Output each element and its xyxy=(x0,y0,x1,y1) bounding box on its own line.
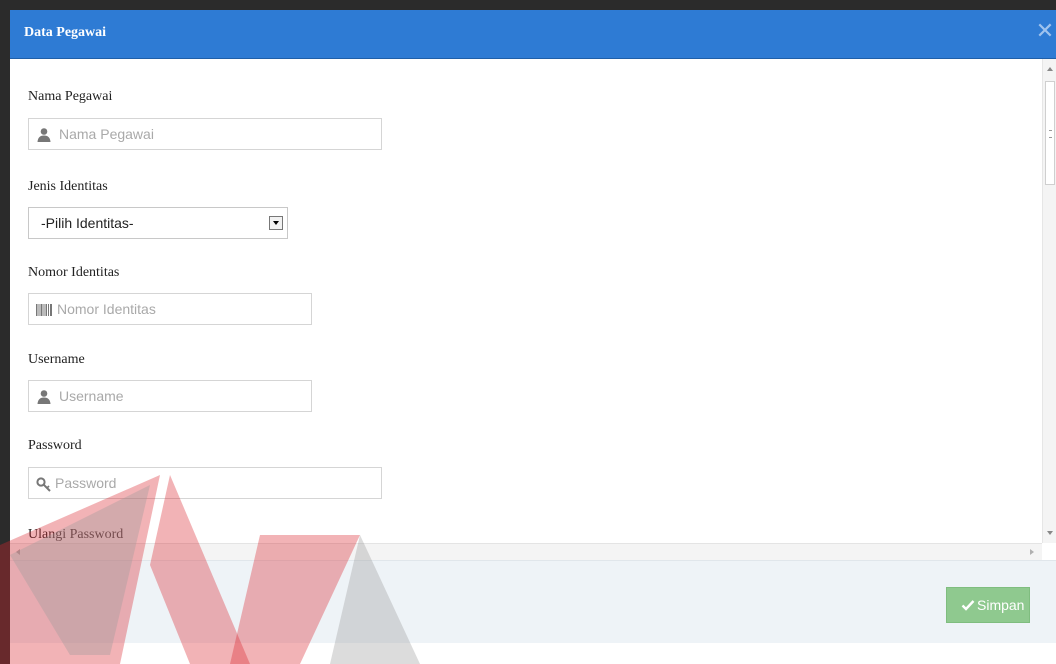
scroll-down-icon[interactable] xyxy=(1047,531,1053,535)
scroll-right-icon[interactable] xyxy=(1030,549,1034,555)
modal-dialog: Data Pegawai ✕ Nama Pegawai Nama Pegawai… xyxy=(10,10,1056,643)
password-placeholder: Password xyxy=(55,475,117,491)
save-button-label: Simpan xyxy=(977,597,1025,613)
vertical-scrollbar[interactable] xyxy=(1042,59,1056,543)
jenis-identitas-label: Jenis Identitas xyxy=(28,179,108,194)
password-input[interactable]: Password xyxy=(28,467,382,499)
password-label: Password xyxy=(28,438,82,453)
scroll-up-icon[interactable] xyxy=(1047,67,1053,71)
scroll-left-icon[interactable] xyxy=(16,549,20,555)
ulangi-password-label: Ulangi Password xyxy=(28,527,124,542)
backdrop-edge xyxy=(0,0,10,664)
user-icon xyxy=(37,128,51,142)
key-icon xyxy=(36,477,51,492)
backdrop-edge-top xyxy=(0,0,1056,10)
scrollbar-thumb[interactable] xyxy=(1045,81,1055,185)
username-placeholder: Username xyxy=(59,388,124,404)
horizontal-scrollbar[interactable] xyxy=(10,543,1042,560)
jenis-identitas-value: -Pilih Identitas- xyxy=(41,215,134,231)
check-icon xyxy=(961,600,975,611)
nama-pegawai-placeholder: Nama Pegawai xyxy=(59,126,154,142)
nomor-identitas-input[interactable]: Nomor Identitas xyxy=(28,293,312,325)
nomor-identitas-placeholder: Nomor Identitas xyxy=(57,301,156,317)
save-button[interactable]: Simpan xyxy=(946,587,1030,623)
close-icon[interactable]: ✕ xyxy=(1034,20,1056,44)
nama-pegawai-input[interactable]: Nama Pegawai xyxy=(28,118,382,150)
modal-footer: Simpan xyxy=(10,560,1056,643)
modal-header: Data Pegawai ✕ xyxy=(10,10,1056,59)
username-input[interactable]: Username xyxy=(28,380,312,412)
modal-title: Data Pegawai xyxy=(24,25,107,40)
nama-pegawai-label: Nama Pegawai xyxy=(28,89,113,104)
nomor-identitas-label: Nomor Identitas xyxy=(28,265,120,280)
chevron-down-icon[interactable] xyxy=(269,216,283,230)
user-icon xyxy=(37,390,51,404)
jenis-identitas-select[interactable]: -Pilih Identitas- xyxy=(28,207,288,239)
username-label: Username xyxy=(28,352,85,367)
barcode-icon xyxy=(36,304,52,316)
modal-body: Nama Pegawai Nama Pegawai Jenis Identita… xyxy=(10,59,1042,543)
